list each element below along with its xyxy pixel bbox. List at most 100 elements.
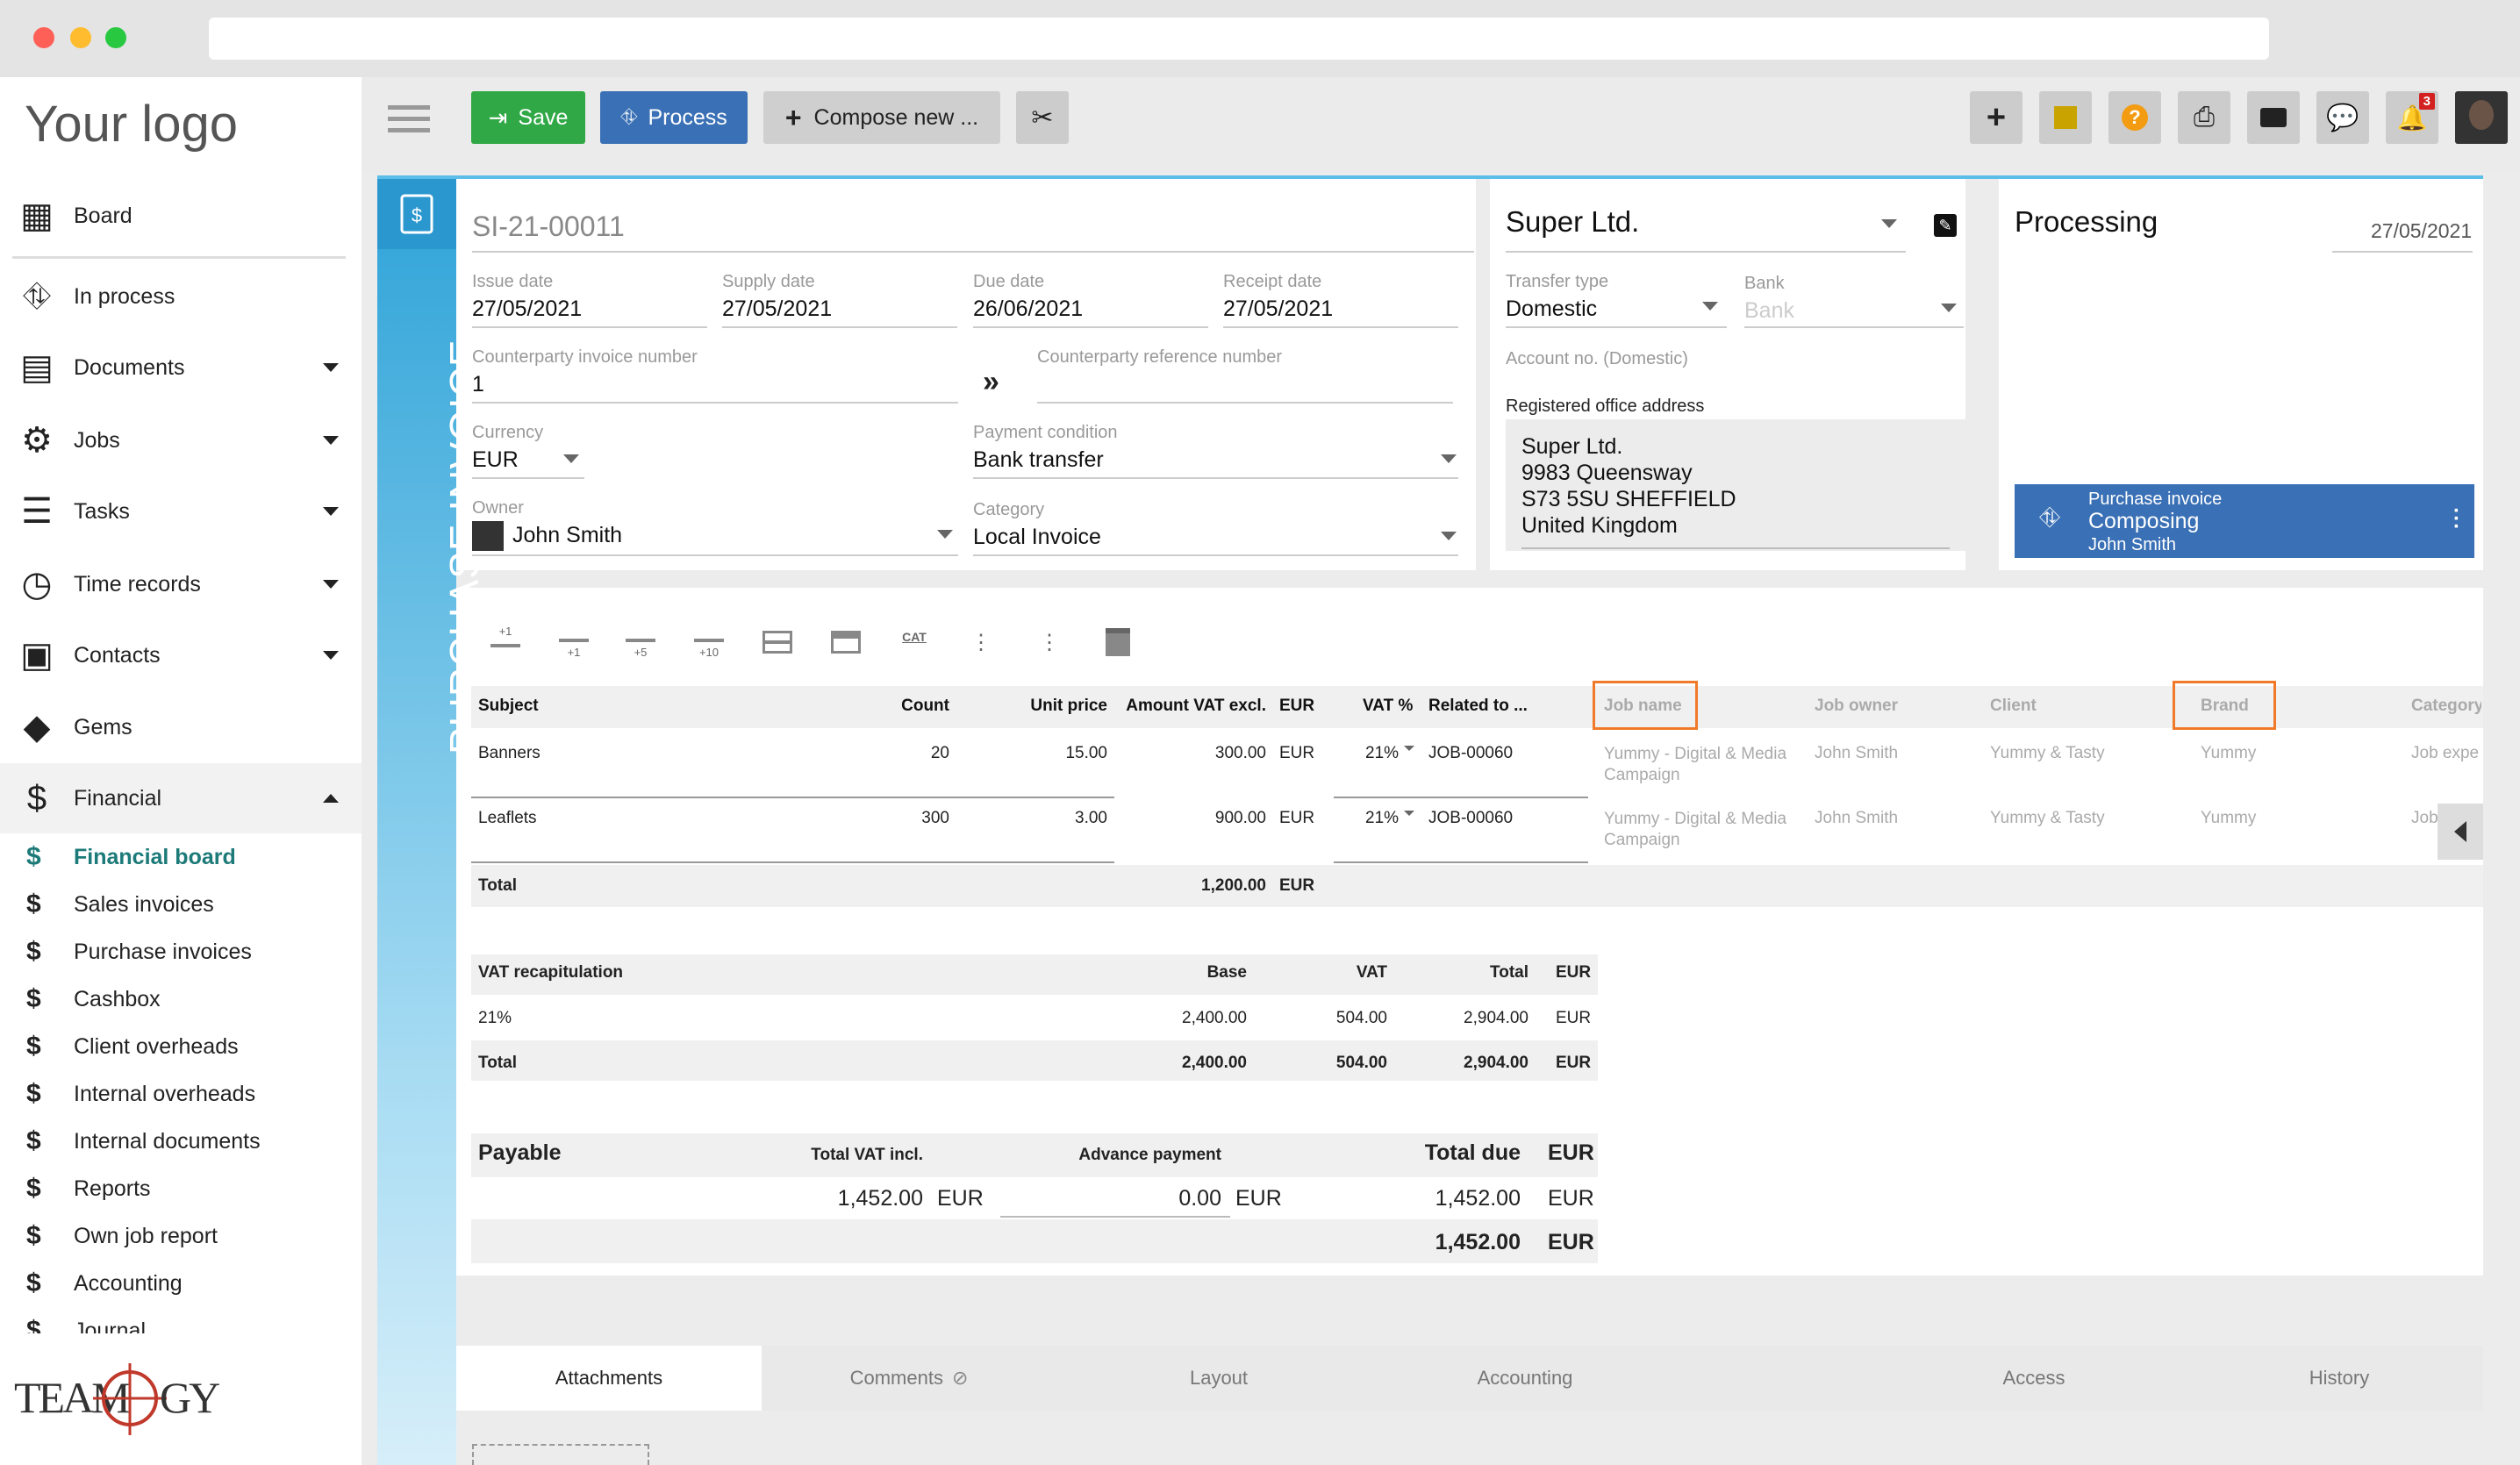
add-five-lines-icon[interactable]: +5 [623,626,658,661]
line-unit-price[interactable]: 15.00 [1065,744,1107,763]
collapse-row-icon[interactable] [828,625,863,660]
more-options-icon[interactable]: · · · [2453,501,2460,538]
expand-right-icon[interactable]: ⋮ [1032,625,1067,660]
save-button[interactable]: ⇥ Save [471,91,585,144]
bank-select[interactable]: Bank [1744,298,1794,324]
tools-button[interactable]: ✂ [1016,91,1069,144]
trash-icon[interactable] [1100,625,1135,660]
chevron-down-icon[interactable] [323,580,339,589]
chevron-down-icon[interactable] [1404,746,1414,751]
sidebar-item-jobs[interactable]: ⚙ Jobs [0,405,362,475]
chevron-up-icon[interactable] [323,794,339,803]
collapse-panel-icon[interactable] [2438,804,2483,860]
sidebar-sub-accounting[interactable]: $ Accounting [0,1260,362,1307]
sidebar-sub-sales-invoices[interactable]: $ Sales invoices [0,881,362,928]
chevron-down-icon[interactable] [937,530,953,539]
sidebar-sub-cashbox[interactable]: $ Cashbox [0,975,362,1023]
sidebar-item-time-records[interactable]: ◷ Time records [0,549,362,619]
due-date-field[interactable]: 26/06/2021 [973,297,1083,322]
add-ten-lines-icon[interactable]: +10 [691,626,727,661]
line-related-to[interactable]: JOB-00060 [1428,744,1513,763]
supply-date-field[interactable]: 27/05/2021 [722,297,832,322]
currency-select[interactable]: EUR [472,447,519,473]
tab-accounting[interactable]: Accounting [1393,1346,1657,1411]
sidebar-sub-internal-documents[interactable]: $ Internal documents [0,1118,362,1165]
document-number[interactable]: SI-21-00011 [472,211,625,243]
payment-condition-select[interactable]: Bank transfer [973,447,1104,473]
category-select[interactable]: Local Invoice [973,525,1101,550]
tab-history[interactable]: History [2208,1346,2471,1411]
sidebar-item-in-process[interactable]: ⛗ In process [0,261,362,332]
edit-icon[interactable]: ✎ [1934,214,1957,237]
insert-row-icon[interactable] [760,625,795,660]
chat-button[interactable]: 💬 [2316,91,2369,144]
line-vat-select[interactable]: 21% [1365,744,1399,763]
issue-date-field[interactable]: 27/05/2021 [472,297,582,322]
chevron-down-icon[interactable] [1702,302,1718,311]
tab-comments[interactable]: Comments ⊘ [777,1346,1041,1411]
add-line-icon[interactable]: +1 [488,623,523,658]
sticky-note-button[interactable] [2039,91,2092,144]
address-bar[interactable] [209,18,2269,60]
minimize-window-dot[interactable] [70,27,91,48]
transfer-type-select[interactable]: Domestic [1506,297,1597,322]
add-one-line-icon[interactable]: +1 [556,626,591,661]
app-logo[interactable]: Your logo [25,95,238,154]
sidebar-item-tasks[interactable]: ☰ Tasks [0,476,362,547]
sidebar-sub-internal-overheads[interactable]: $ Internal overheads [0,1070,362,1118]
receipt-date-field[interactable]: 27/05/2021 [1223,297,1333,322]
chevron-down-icon[interactable] [1441,454,1457,463]
tab-attachments[interactable]: Attachments [456,1346,762,1411]
print-button[interactable]: ⎙ [2178,91,2230,144]
sidebar-sub-own-job-report[interactable]: $ Own job report [0,1212,362,1260]
sidebar-sub-reports[interactable]: $ Reports [0,1165,362,1212]
sidebar-item-contacts[interactable]: ▣ Contacts [0,620,362,690]
line-amount[interactable]: 300.00 [1215,744,1266,763]
video-call-button[interactable] [2247,91,2300,144]
advance-payment-input[interactable]: 0.00 [1178,1186,1221,1211]
user-avatar[interactable] [2455,91,2508,144]
tab-layout[interactable]: Layout [1087,1346,1350,1411]
help-button[interactable]: ? [2108,91,2161,144]
chevron-down-icon[interactable] [1404,811,1414,816]
address-box[interactable]: Super Ltd. 9983 Queensway S73 5SU SHEFFIEL… [1506,419,1965,551]
sidebar-item-gems[interactable]: ◆ Gems [0,692,362,762]
notifications-button[interactable]: 🔔 3 [2386,91,2438,144]
sidebar-item-financial[interactable]: $ Financial [0,763,362,833]
chevron-down-icon[interactable] [1441,532,1457,540]
chevron-down-icon[interactable] [323,507,339,516]
workflow-card[interactable]: ⛗ Purchase invoice Composing John Smith … [2015,484,2474,558]
sidebar-sub-purchase-invoices[interactable]: $ Purchase invoices [0,928,362,975]
chevron-down-icon[interactable] [323,651,339,660]
line-amount[interactable]: 900.00 [1215,809,1266,828]
chevron-down-icon[interactable] [1881,219,1897,228]
sidebar-item-documents[interactable]: ▤ Documents [0,332,362,403]
attachment-dropzone[interactable] [472,1444,649,1465]
category-tool-icon[interactable]: CAT [897,619,932,654]
line-unit-price[interactable]: 3.00 [1075,809,1107,828]
column-header[interactable]: Related to ... [1428,697,1528,716]
copy-arrows-icon[interactable]: » [983,365,999,399]
tab-access[interactable]: Access [1902,1346,2166,1411]
counterparty-name[interactable]: Super Ltd. [1506,205,1639,239]
maximize-window-dot[interactable] [105,27,126,48]
line-related-to[interactable]: JOB-00060 [1428,809,1513,828]
sidebar-sub-financial-board[interactable]: $ Financial board [0,833,362,881]
line-vat-select[interactable]: 21% [1365,809,1399,828]
hamburger-menu-icon[interactable] [388,105,430,137]
line-subject[interactable]: Leaflets [478,809,537,828]
process-button[interactable]: ⛗ Process [600,91,748,144]
expand-down-icon[interactable]: ⋮ [963,625,999,660]
chevron-down-icon[interactable] [1941,304,1957,312]
cp-invoice-field[interactable]: 1 [472,372,484,397]
line-count[interactable]: 20 [931,744,949,763]
sidebar-item-board[interactable]: ▦ Board [0,181,362,251]
add-button[interactable]: + [1970,91,2022,144]
close-window-dot[interactable] [33,27,54,48]
sidebar-sub-client-overheads[interactable]: $ Client overheads [0,1023,362,1070]
chevron-down-icon[interactable] [323,436,339,445]
line-subject[interactable]: Banners [478,744,541,763]
line-count[interactable]: 300 [921,809,949,828]
chevron-down-icon[interactable] [563,454,579,463]
owner-select[interactable]: John Smith [512,523,622,548]
